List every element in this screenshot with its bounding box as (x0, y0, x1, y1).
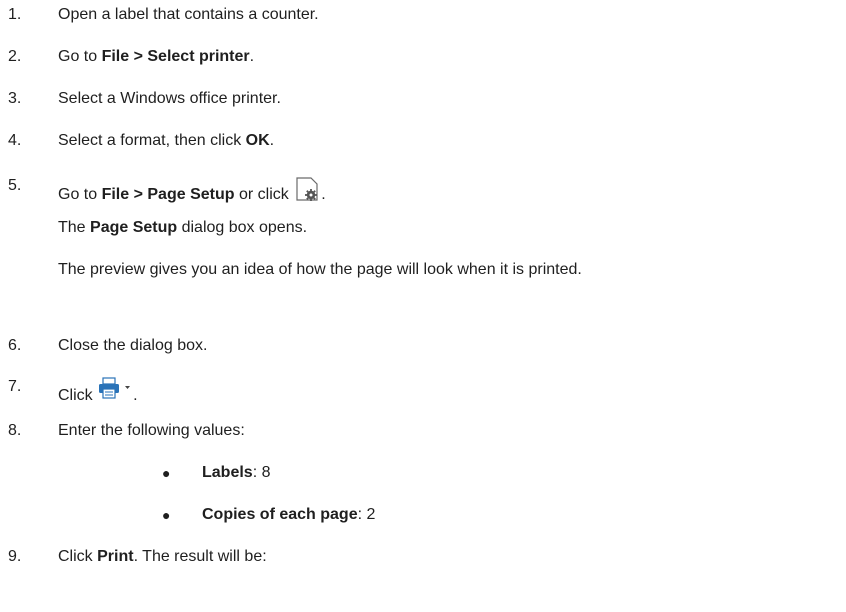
step-number: 8. (8, 422, 22, 439)
print-label: Print (97, 548, 134, 565)
step-number: 1. (8, 6, 22, 23)
bullet-icon: ● (162, 465, 171, 481)
field-value: : 2 (357, 506, 376, 523)
step-text: Click . (58, 377, 138, 409)
page-setup-icon (293, 176, 321, 208)
menu-path: File > Select printer (101, 48, 250, 65)
step-text: Go to File > Page Setup or click . (58, 176, 326, 208)
printer-dropdown-icon (97, 377, 133, 409)
field-label: Copies of each page (202, 506, 358, 523)
step-number: 2. (8, 48, 22, 65)
step-text: Select a Windows office printer. (58, 90, 281, 107)
field-value: : 8 (252, 464, 271, 481)
field-label: Labels (202, 464, 253, 481)
step-text: Go to File > Select printer. (58, 48, 255, 65)
step-number: 9. (8, 548, 22, 565)
dialog-name: Page Setup (90, 219, 178, 236)
ok-label: OK (245, 132, 270, 149)
step-number: 6. (8, 337, 22, 354)
step-number: 3. (8, 90, 22, 107)
step-text: Enter the following values: (58, 422, 245, 439)
step-number: 7. (8, 378, 22, 395)
step-number: 4. (8, 132, 22, 149)
step-number: 5. (8, 177, 22, 194)
bullet-icon: ● (162, 507, 171, 523)
step-text: Click Print. The result will be: (58, 548, 267, 565)
menu-path: File > Page Setup (101, 186, 235, 203)
step-text: Select a format, then click OK. (58, 132, 275, 149)
step-text: Close the dialog box. (58, 337, 208, 354)
step-text: Open a label that contains a counter. (58, 6, 319, 23)
